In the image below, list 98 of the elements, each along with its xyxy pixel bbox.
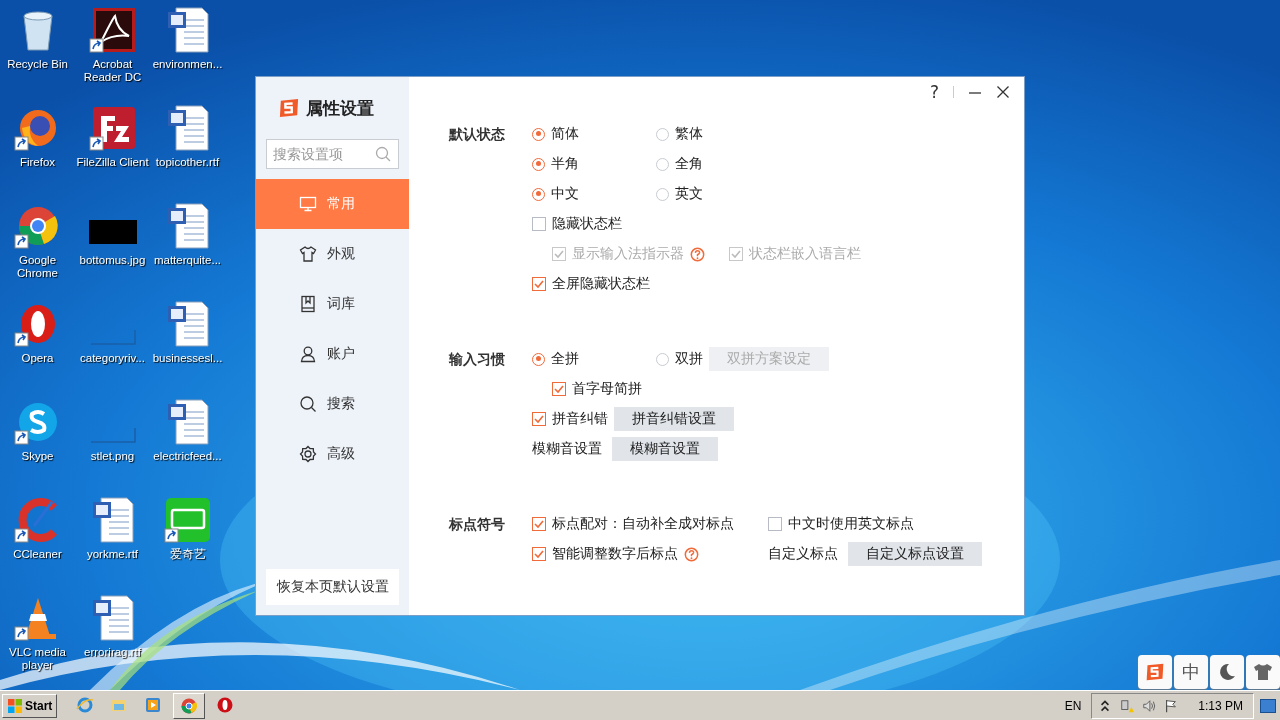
settings-button[interactable]: 模糊音设置	[612, 437, 718, 461]
checkbox-option[interactable]: 智能调整数字后标点	[532, 545, 699, 563]
checkbox-option[interactable]: 拼音纠错	[532, 410, 608, 428]
close-icon[interactable]	[996, 85, 1010, 99]
icon-label: Firefox	[19, 156, 56, 169]
icon-label: bottomus.jpg	[79, 254, 146, 267]
checkbox[interactable]	[532, 547, 546, 561]
icon-label: 爱奇艺	[169, 548, 206, 561]
ime-mode-button[interactable]: 中	[1174, 655, 1208, 689]
flag-icon[interactable]	[1164, 697, 1179, 714]
icon-label: Skype	[21, 450, 54, 463]
icon-label: environmen...	[152, 58, 223, 71]
radio-button[interactable]	[656, 352, 669, 366]
nav-item[interactable]: 高级	[256, 429, 409, 479]
network-warning-icon[interactable]	[1120, 697, 1135, 714]
radio-option[interactable]: 全角	[656, 155, 703, 173]
help-icon[interactable]	[684, 546, 699, 562]
nav-item[interactable]: 词库	[256, 279, 409, 329]
radio-button[interactable]	[532, 127, 545, 141]
icon-label: VLC media player	[8, 646, 67, 672]
radio-button[interactable]	[532, 352, 545, 366]
radio-button[interactable]	[656, 127, 669, 141]
app-icon[interactable]	[88, 6, 137, 54]
language-indicator[interactable]: EN	[1064, 698, 1082, 713]
shirt-button[interactable]	[1246, 655, 1280, 689]
checkbox[interactable]	[532, 277, 546, 291]
radio-button[interactable]	[532, 157, 545, 171]
show-desktop-icon[interactable]	[1260, 698, 1276, 713]
nav-item[interactable]: 搜索	[256, 379, 409, 429]
checkbox[interactable]	[532, 517, 546, 531]
shirt-icon	[1253, 662, 1273, 682]
section-label: 输入习惯	[449, 350, 506, 369]
monitor-icon	[299, 195, 317, 213]
icon-label: CCleaner	[13, 548, 62, 561]
section-label: 默认状态	[449, 125, 506, 144]
icon-label: yorkme.rtf	[86, 548, 139, 561]
search-icon	[375, 146, 391, 162]
checkbox-option[interactable]: 标点配对：自动补全成对标点	[532, 515, 734, 533]
windows-logo-icon	[7, 697, 23, 714]
radio-button[interactable]	[656, 157, 669, 171]
settings-button[interactable]: 拼音纠错设置	[614, 407, 734, 431]
icon-label: Recycle Bin	[7, 58, 68, 71]
checkbox[interactable]	[768, 517, 782, 531]
icon-label: businessesl...	[152, 352, 223, 365]
checkbox[interactable]	[552, 382, 566, 396]
logo-button[interactable]	[1138, 655, 1172, 689]
restore-defaults-button[interactable]: 恢复本页默认设置	[266, 569, 399, 605]
app-icon	[216, 695, 235, 714]
clock: 1:13 PM	[1198, 698, 1243, 713]
radio-option[interactable]: 半角	[532, 155, 579, 173]
checkbox-option[interactable]: 全屏隐藏状态栏	[532, 275, 650, 293]
checkbox[interactable]	[532, 412, 546, 426]
radio-button[interactable]	[656, 187, 669, 201]
nav-item[interactable]: 外观	[256, 229, 409, 279]
moon-button[interactable]	[1210, 655, 1244, 689]
section-label: 标点符号	[449, 515, 506, 534]
icon-label: stlet.png	[90, 450, 135, 463]
logo-icon	[1145, 662, 1165, 682]
book-icon	[299, 295, 317, 313]
search-icon	[299, 395, 317, 413]
logo-icon	[278, 98, 300, 118]
icon-label: matterquite...	[153, 254, 222, 267]
checkbox-option[interactable]: 首字母简拼	[552, 380, 642, 398]
icon-label: Opera	[21, 352, 54, 365]
app-icon	[144, 695, 163, 714]
radio-option[interactable]: 中文	[532, 185, 579, 203]
app-icon	[76, 695, 95, 714]
radio-button[interactable]	[532, 187, 545, 201]
checkbox-option[interactable]: 隐藏状态栏	[532, 215, 622, 233]
radio-option[interactable]: 繁体	[656, 125, 703, 143]
icon-label: electricfeed...	[153, 450, 222, 463]
checkbox[interactable]	[532, 217, 546, 231]
setting-label: 模糊音设置	[532, 440, 602, 458]
icon-label: Acrobat Reader DC	[82, 58, 143, 84]
app-icon	[180, 696, 199, 715]
radio-option[interactable]: 英文	[656, 185, 703, 203]
moon-icon	[1217, 662, 1237, 682]
icon-label: FileZilla Client	[76, 156, 149, 169]
icon-label: categoryriv...	[80, 352, 145, 365]
help-button[interactable]: ?	[929, 82, 939, 102]
nav-item[interactable]: 账户	[256, 329, 409, 379]
checkbox-option[interactable]: 中文时使用英文标点	[768, 515, 914, 533]
speaker-icon[interactable]	[1142, 697, 1157, 714]
user-icon	[299, 345, 317, 363]
setting-label: 自定义标点	[768, 545, 838, 563]
icon-label: topicother.rtf	[155, 156, 220, 169]
app-icon[interactable]	[88, 104, 137, 152]
radio-option[interactable]: 双拼	[656, 350, 703, 368]
search-field[interactable]: 搜索设置项	[266, 139, 399, 169]
radio-option[interactable]: 全拼	[532, 350, 579, 368]
start-button[interactable]: Start	[2, 693, 58, 718]
icon-label: Google Chrome	[16, 254, 59, 280]
window-title: 属性设置	[306, 96, 374, 120]
radio-option[interactable]: 简体	[532, 125, 579, 143]
gear-icon	[299, 445, 317, 463]
settings-button[interactable]: 自定义标点设置	[848, 542, 982, 566]
shirt-icon	[299, 245, 317, 263]
chrome-taskbar-button[interactable]	[173, 692, 206, 719]
